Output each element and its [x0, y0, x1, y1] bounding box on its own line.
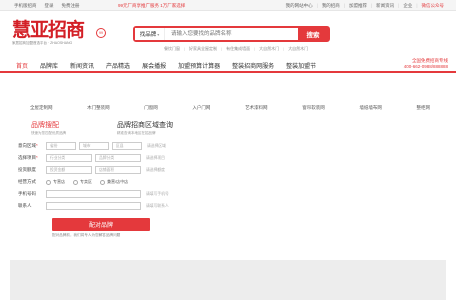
banner-placeholder — [10, 260, 446, 300]
region-hint: 请选择区域 — [147, 143, 166, 148]
nav-item-festival[interactable]: 整装加盟节 — [280, 61, 322, 70]
hot-keyword[interactable]: 有住集成墙面 — [221, 46, 250, 52]
nav-item-home[interactable]: 首页 — [10, 61, 34, 70]
region-row: 意向区域* 省份 城市 区县 请选择区域 — [18, 141, 166, 151]
hot-keywords: 餐饮门窗 好家具全屋定制 有住集成墙面 大自然木门 大自然木门 — [164, 46, 308, 52]
industry-select[interactable]: 行业分类 — [46, 154, 92, 162]
logo-subtitle: 家居招商加盟首选平台 · ZHAOSHANG — [12, 41, 73, 45]
budget-row: 投资额度 投资金额 店铺面积 请选择额度 — [18, 165, 165, 175]
search-category-select[interactable]: 找品牌 ▾ — [135, 28, 165, 40]
mobile-link[interactable]: 手机版招商 — [14, 3, 37, 9]
category-link[interactable]: 整柜网 — [416, 105, 430, 111]
budget-hint: 请选择额度 — [146, 167, 165, 172]
register-link[interactable]: 免费注册 — [62, 3, 80, 9]
hot-keyword[interactable]: 好家具全屋定制 — [184, 46, 217, 52]
category-link[interactable]: 全屋定制网 — [30, 105, 53, 111]
site-logo[interactable]: 慧亚招商 家居招商加盟首选平台 · ZHAOSHANG — [12, 20, 102, 50]
province-select[interactable]: 省份 — [46, 142, 76, 150]
radio-icon — [73, 179, 78, 185]
contact-input[interactable] — [46, 202, 141, 210]
method-radio[interactable]: 兼营/店中店 — [100, 179, 128, 185]
region-query-subtitle: 精准查询本地区在招品牌 — [117, 131, 156, 135]
region-query-heading: 品牌招商区域查询 精准查询本地区在招品牌 — [117, 120, 173, 136]
method-label: 经营方式 — [18, 179, 36, 184]
category-link[interactable]: 艺术漆料网 — [245, 105, 268, 111]
brand-match-subtitle: 快速为您匹配优质品牌 — [31, 131, 66, 135]
match-brand-button[interactable]: 配对品牌 — [52, 218, 150, 231]
hot-keyword[interactable]: 大自然木门 — [254, 46, 279, 52]
phone-input[interactable] — [46, 190, 141, 198]
search-button[interactable]: 搜索 — [298, 28, 328, 40]
category-link[interactable]: 入户门网 — [192, 105, 210, 111]
nav-item-calculator[interactable]: 加盟预算计算器 — [172, 61, 226, 70]
nav-item-brands[interactable]: 品牌库 — [34, 61, 64, 70]
city-select[interactable]: 城市 — [79, 142, 109, 150]
method-radio[interactable]: 专卖区 — [73, 179, 92, 185]
promo-banner[interactable]: 99元厂商享推广服务 1万厂家选择 — [118, 3, 185, 9]
radio-icon — [46, 179, 51, 185]
nav-item-products[interactable]: 产品精选 — [100, 61, 136, 70]
project-row: 选择项目* 行业分类 品牌分类 请选择项目 — [18, 153, 165, 163]
top-link[interactable]: 企业 — [403, 3, 412, 9]
search-input[interactable] — [165, 28, 298, 40]
category-link[interactable]: 门窗网 — [144, 105, 158, 111]
category-link[interactable]: 木门整装网 — [87, 105, 110, 111]
logo-text: 慧亚招商 — [12, 19, 85, 41]
top-link[interactable]: 新闻资讯 — [376, 3, 394, 9]
chevron-down-icon: ▾ — [157, 31, 160, 37]
top-link[interactable]: 加盟推荐 — [349, 3, 367, 9]
top-link[interactable]: 我的招商 — [322, 3, 340, 9]
brand-match-heading: 品牌搜配 快速为您匹配优质品牌 — [31, 120, 66, 136]
budget-label: 投资额度 — [18, 167, 36, 172]
district-select[interactable]: 区县 — [112, 142, 142, 150]
brand-type-select[interactable]: 品牌分类 — [95, 154, 141, 162]
brand-match-title: 品牌搜配 — [31, 122, 59, 129]
contact-label: 联系人 — [18, 203, 32, 208]
category-link[interactable]: 窗帘软装网 — [302, 105, 325, 111]
hotline-number: 400-662-0988/888888 — [403, 64, 448, 69]
phone-hint: 请填写手机号 — [146, 191, 169, 196]
contact-hint: 请填写联系人 — [146, 203, 169, 208]
hotline: 全国免费招商专线 400-662-0988/888888 — [404, 58, 448, 70]
project-hint: 请选择项目 — [146, 155, 165, 160]
logo-badge: 99 — [96, 28, 106, 38]
hot-keyword[interactable]: 餐饮门窗 — [164, 46, 180, 52]
radio-icon — [100, 179, 105, 185]
store-area-select[interactable]: 店铺面积 — [95, 166, 141, 174]
region-label: 意向区域* — [18, 143, 38, 148]
login-link[interactable]: 登录 — [45, 3, 54, 9]
nav-item-service[interactable]: 整装招商网服务 — [226, 61, 280, 70]
investment-select[interactable]: 投资金额 — [46, 166, 92, 174]
main-nav: 首页 品牌库 新闻资讯 产品精选 展会播报 加盟预算计算器 整装招商网服务 整装… — [0, 58, 456, 73]
top-bar: 手机版招商 登录 免费注册 99元厂商享推广服务 1万厂家选择 我的网站中心 | … — [0, 0, 456, 11]
top-link[interactable]: 我的网站中心 — [286, 3, 313, 9]
project-label: 选择项目* — [18, 155, 38, 160]
method-radio[interactable]: 专营店 — [46, 179, 65, 185]
search-bar: 找品牌▾ 搜索 — [133, 26, 330, 42]
region-query-title: 品牌招商区域查询 — [117, 122, 173, 129]
submit-note: 配对品牌前，我们将专人为您解答品牌问题 — [52, 233, 121, 237]
nav-item-news[interactable]: 新闻资讯 — [64, 61, 100, 70]
contact-row: 联系人 请填写联系人 — [18, 201, 169, 211]
category-link[interactable]: 墙纸墙布网 — [359, 105, 382, 111]
category-links: 全屋定制网 木门整装网 门窗网 入户门网 艺术漆料网 窗帘软装网 墙纸墙布网 整… — [30, 105, 430, 111]
phone-label: 手机号码 — [18, 191, 36, 196]
hot-keyword[interactable]: 大自然木门 — [283, 46, 308, 52]
method-row: 经营方式 专营店 专卖区 兼营/店中店 — [18, 177, 136, 187]
wechat-link[interactable]: 微信公众号 — [422, 3, 445, 9]
nav-item-expo[interactable]: 展会播报 — [136, 61, 172, 70]
phone-row: 手机号码 请填写手机号 — [18, 189, 169, 199]
